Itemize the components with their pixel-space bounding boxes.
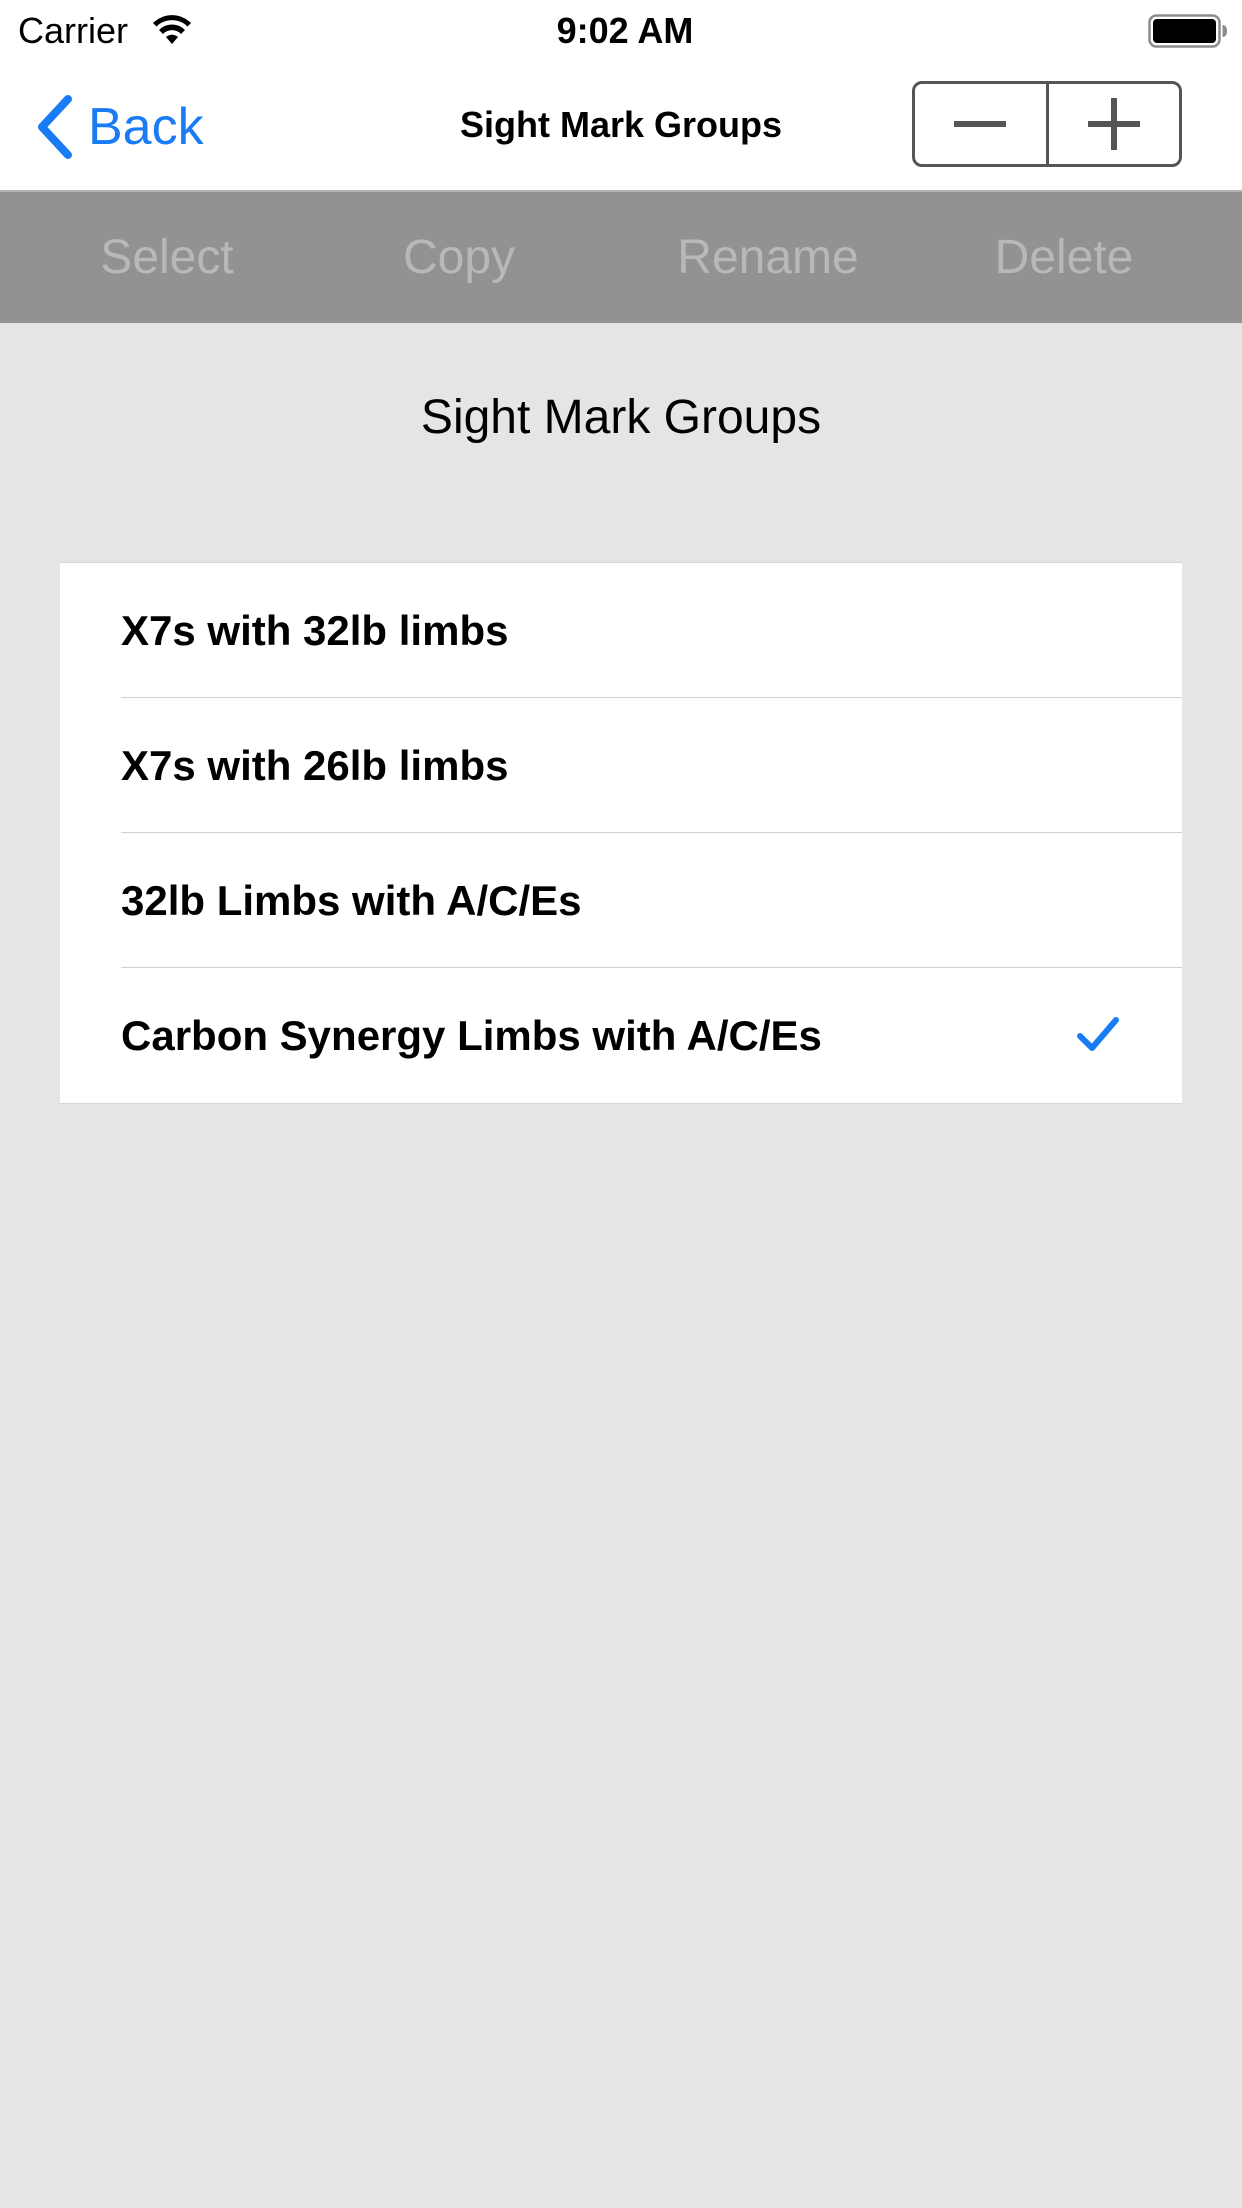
list-item-label: X7s with 26lb limbs (121, 742, 509, 789)
list-item-label: Carbon Synergy Limbs with A/C/Es (121, 1012, 822, 1059)
status-time: 9:02 AM (556, 10, 694, 51)
stepper-control (912, 81, 1182, 167)
select-button[interactable]: Select (67, 192, 267, 323)
delete-button[interactable]: Delete (964, 192, 1164, 323)
copy-button[interactable]: Copy (359, 192, 559, 323)
navigation-bar: Back Sight Mark Groups (0, 62, 1242, 192)
list-item[interactable]: X7s with 32lb limbs (60, 563, 1182, 698)
decrement-button[interactable] (915, 84, 1046, 164)
status-bar: Carrier 9:02 AM (0, 0, 1242, 62)
list-item[interactable]: 32lb Limbs with A/C/Es (60, 833, 1182, 968)
list-item-label: 32lb Limbs with A/C/Es (121, 877, 582, 924)
section-title: Sight Mark Groups (420, 391, 822, 444)
list-item[interactable]: X7s with 26lb limbs (60, 698, 1182, 833)
checkmark-icon (1077, 1017, 1119, 1051)
plus-icon (1087, 98, 1140, 150)
list-item-selected[interactable]: Carbon Synergy Limbs with A/C/Es (60, 968, 1182, 1103)
rename-button[interactable]: Rename (650, 192, 886, 323)
battery-full-icon (1148, 14, 1227, 48)
sight-mark-group-list: X7s with 32lb limbs X7s with 26lb limbs … (60, 562, 1182, 1104)
increment-button[interactable] (1045, 84, 1180, 164)
action-toolbar: Select Copy Rename Delete (0, 192, 1242, 323)
minus-icon (954, 121, 1007, 127)
list-item-label: X7s with 32lb limbs (121, 607, 509, 654)
